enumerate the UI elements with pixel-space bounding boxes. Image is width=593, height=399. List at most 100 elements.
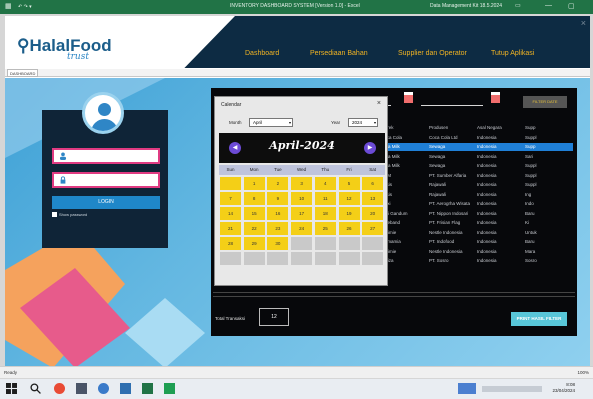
taskbar-app-icon[interactable] <box>98 383 109 394</box>
calendar-day[interactable]: 7 <box>219 191 242 206</box>
calendar-day[interactable]: 2 <box>266 176 290 191</box>
excel-taskbar-icon[interactable] <box>142 383 153 394</box>
table-cell: PT. Frisian Flag <box>429 220 461 225</box>
table-row[interactable]: MerekProdusenAsal NegaraSupp <box>381 124 573 132</box>
taskbar-app-icon[interactable] <box>120 383 131 394</box>
system-tray-icons[interactable] <box>482 386 542 392</box>
ribbon-display-icon[interactable]: ▭ <box>515 2 521 9</box>
calendar-empty-cell <box>337 236 361 251</box>
calendar-day[interactable]: 4 <box>313 176 337 191</box>
calendar-day[interactable]: 23 <box>266 221 290 236</box>
checkbox[interactable] <box>52 212 57 218</box>
table-row[interactable]: SosisRajawaliIndonesiaIng <box>381 191 573 199</box>
browser-icon[interactable] <box>54 383 65 394</box>
table-row[interactable]: Ultra Milk Sewaga Indonesia Suppl <box>381 162 573 170</box>
table-cell: PT. Sumber Alfaria <box>429 172 467 178</box>
nav-persediaan-bahan[interactable]: Persediaan Bahan <box>310 50 368 57</box>
table-row[interactable]: Coca Cola Coca Cola Ltd Indonesia Suppl <box>381 134 573 142</box>
calendar-day[interactable]: 29 <box>242 236 266 251</box>
table-row[interactable]: Ultra Milk Sewaga Indonesia Supp <box>381 143 573 151</box>
calendar-day[interactable]: 11 <box>313 191 337 206</box>
table-row[interactable]: SosisRajawaliIndonesiaSuppl <box>381 181 573 189</box>
table-row[interactable]: Ultra Milk Sewaga Indonesia Sari <box>381 153 573 161</box>
password-field[interactable] <box>52 172 160 188</box>
calendar-day[interactable]: 26 <box>337 221 361 236</box>
weekday-label: Sat <box>369 167 377 172</box>
close-icon[interactable]: × <box>581 18 586 28</box>
table-row[interactable]: Mamamia PT. Indofood Indonesia Baru <box>381 238 573 246</box>
table-row[interactable]: Sarimie Nestle Indonesia Indonesia Untuk <box>381 229 573 237</box>
table-row[interactable]: Sarimie Nestle Indonesia Indonesia Mara <box>381 248 573 256</box>
table-cell: Nestle Indonesia <box>429 229 463 235</box>
calendar-day[interactable]: 14 <box>219 206 242 221</box>
calendar-day[interactable]: 8 <box>242 191 266 206</box>
month-select[interactable]: April ▾ <box>249 118 293 127</box>
print-filter-button[interactable]: PRINT HASIL FILTER <box>511 312 567 326</box>
calendar-day[interactable]: 20 <box>361 206 385 221</box>
table-cell: Indonesia <box>477 258 497 263</box>
calendar-day[interactable]: 13 <box>361 191 385 206</box>
logo-tagline: trust <box>67 52 89 62</box>
tab-dashboard[interactable]: DASHBOARD <box>7 69 39 77</box>
show-password-checkbox[interactable]: Show password <box>52 212 87 218</box>
calendar-day[interactable]: 18 <box>313 206 337 221</box>
calendar-day[interactable]: 25 <box>313 221 337 236</box>
nav-tutup-aplikasi[interactable]: Tutup Aplikasi <box>491 50 534 57</box>
table-row[interactable]: CSMPT. Sumber AlfariaIndonesiaSuppl <box>381 172 573 180</box>
year-select[interactable]: 2024 ▾ <box>348 118 378 127</box>
search-icon[interactable] <box>30 383 41 394</box>
calendar-day[interactable]: 3 <box>290 176 314 191</box>
calendar-day[interactable]: 27 <box>361 221 385 236</box>
calendar-day[interactable]: 12 <box>337 191 361 206</box>
taskbar-clock[interactable]: 8:08 23/04/2024 <box>552 382 575 394</box>
date-to-input[interactable] <box>421 92 483 106</box>
calendar-day[interactable]: 6 <box>361 176 385 191</box>
zoom-level[interactable]: 100% <box>577 370 589 375</box>
calendar-day[interactable]: 24 <box>290 221 314 236</box>
maximize-icon[interactable]: ▢ <box>568 2 575 10</box>
calendar-dialog: Calendar × Month April ▾ Year 2024 ▾ ◀ Apr… <box>214 96 388 286</box>
calendar-day[interactable]: 28 <box>219 236 242 251</box>
nav-dashboard[interactable]: Dashboard <box>245 50 279 57</box>
excel-icon[interactable]: ▦ <box>5 2 12 10</box>
taskbar-app-icon[interactable] <box>458 383 476 394</box>
calendar-day[interactable]: 17 <box>290 206 314 221</box>
user-avatar-icon <box>82 92 124 134</box>
lock-icon <box>60 176 66 184</box>
table-cell: Nestle Indonesia <box>429 248 463 254</box>
nav-supplier-operator[interactable]: Supplier dan Operator <box>398 50 467 57</box>
table-cell: Rajawali <box>429 182 447 187</box>
table-row[interactable]: DelizaPT. SosroIndonesiaSosro <box>381 257 573 265</box>
filter-date-button[interactable]: FILTER DATE <box>523 96 567 108</box>
horizontal-scrollbar[interactable] <box>213 292 575 297</box>
calendar-icon[interactable] <box>491 92 500 103</box>
calendar-day[interactable]: 21 <box>219 221 242 236</box>
next-month-icon[interactable]: ▶ <box>364 142 376 154</box>
table-cell: Sewaga <box>429 144 446 149</box>
calendar-day[interactable]: 15 <box>242 206 266 221</box>
calendar-empty-cell <box>290 251 314 266</box>
calendar-day[interactable]: 10 <box>290 191 314 206</box>
calendar-day[interactable]: 16 <box>266 206 290 221</box>
table-row[interactable]: MaxiPT. Aerogrha WisataIndonesiaIndo <box>381 200 573 208</box>
calendar-icon[interactable] <box>404 92 413 103</box>
minimize-icon[interactable]: — <box>545 2 552 9</box>
close-icon[interactable]: × <box>377 100 381 107</box>
table-row[interactable]: Sari Gandum PT. Nippon Indosari Indonesia B… <box>381 210 573 218</box>
taskbar-app-icon[interactable] <box>164 383 175 394</box>
calendar-day[interactable]: 22 <box>242 221 266 236</box>
taskbar-app-icon[interactable] <box>76 383 87 394</box>
calendar-day[interactable]: 30 <box>266 236 290 251</box>
quick-access-toolbar[interactable]: ↶ ↷ ▾ <box>18 4 32 10</box>
table-cell: Suppl <box>525 172 537 178</box>
table-cell: Sosro <box>525 258 537 263</box>
windows-start-icon[interactable] <box>6 383 17 394</box>
calendar-day[interactable]: 1 <box>242 176 266 191</box>
calendar-day[interactable]: 9 <box>266 191 290 206</box>
excel-user-name: Data Management Kit 18.5.2024 <box>430 3 502 9</box>
login-button[interactable]: LOGIN <box>52 196 160 209</box>
calendar-day[interactable]: 5 <box>337 176 361 191</box>
calendar-day[interactable]: 19 <box>337 206 361 221</box>
username-field[interactable] <box>52 148 160 164</box>
table-row[interactable]: Blueband PT. Frisian Flag Indonesia Ki <box>381 219 573 227</box>
